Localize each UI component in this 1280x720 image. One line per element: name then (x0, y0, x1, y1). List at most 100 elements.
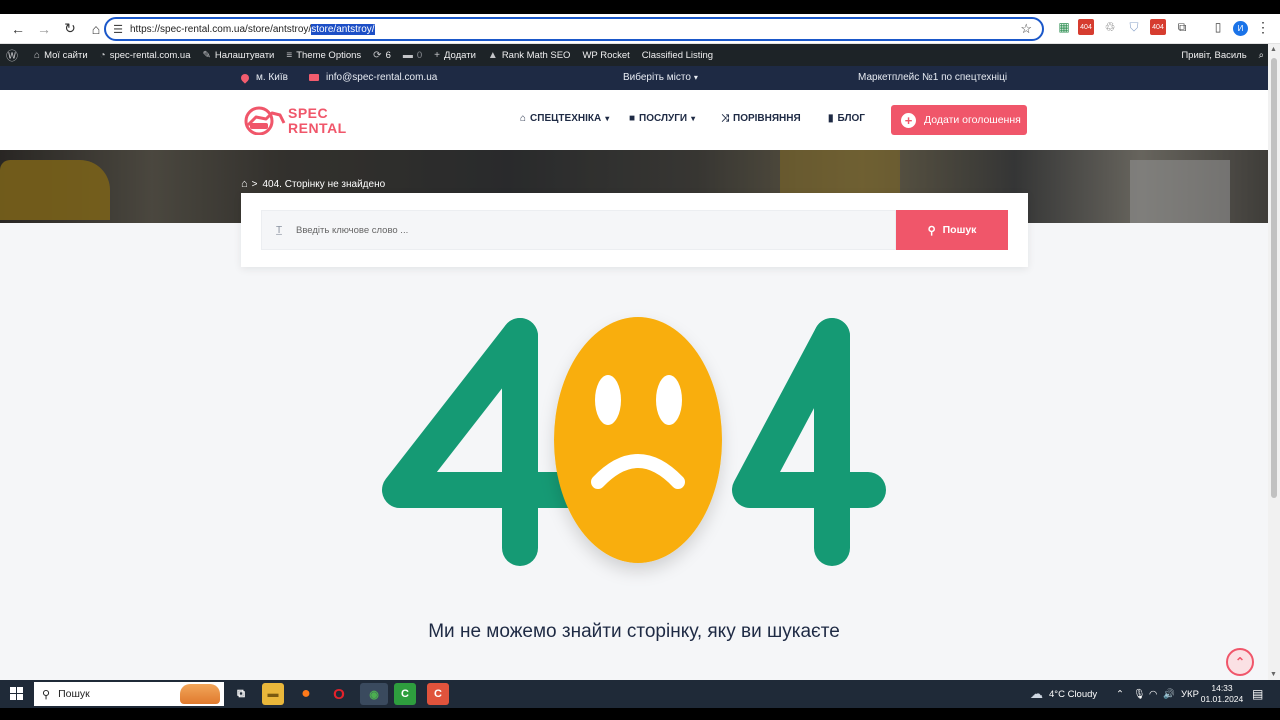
customize-link[interactable]: ✎ Налаштувати (197, 50, 281, 61)
forward-icon[interactable]: → (32, 17, 56, 41)
tagline: Маркетплейс №1 по спецтехніці (858, 72, 1007, 83)
extension-404-icon-2[interactable]: 404 (1150, 19, 1166, 35)
nav-services[interactable]: ■ ПОСЛУГИ ▾ (629, 113, 695, 124)
chrome-icon[interactable]: ◉ (360, 683, 388, 705)
camtasia-icon[interactable]: C (394, 683, 416, 705)
add-listing-button[interactable]: + Додати оголошення (891, 105, 1027, 135)
nav-equipment-label: СПЕЦТЕХНІКА (530, 113, 602, 124)
nav-services-label: ПОСЛУГИ (639, 113, 688, 124)
text-icon: T̲ (275, 224, 283, 236)
theme-options-link[interactable]: ≡ Theme Options (280, 50, 367, 61)
weather-label: 4°C Cloudy (1049, 688, 1098, 700)
city-info: м. Київ (239, 71, 288, 84)
scroll-up-icon[interactable]: ▲ (1270, 46, 1277, 53)
scroll-to-top-button[interactable]: ⌃ (1226, 648, 1254, 676)
comments-count: 0 (416, 49, 423, 61)
updates-icon: ⟳ (373, 49, 382, 61)
profile-avatar[interactable]: И (1233, 21, 1248, 36)
weather-widget[interactable]: ☁ 4°C Cloudy (1030, 680, 1097, 708)
search-icon: ⚲ (927, 224, 936, 237)
nav-blog-label: БЛОГ (837, 113, 865, 124)
nav-compare-label: ПОРІВНЯННЯ (733, 113, 801, 124)
truck-icon: ■ (629, 113, 636, 124)
error-message: Ми не можемо знайти сторінку, яку ви шук… (428, 621, 840, 642)
chevron-down-icon: ▾ (691, 114, 696, 123)
error-404-illustration (382, 317, 886, 566)
extension-404-icon[interactable]: 404 (1078, 19, 1094, 35)
site-label: spec-rental.com.ua (109, 49, 191, 61)
reload-icon[interactable]: ↻ (58, 17, 82, 41)
email-link[interactable]: info@spec-rental.com.ua (309, 72, 437, 83)
extension-icon[interactable]: ▦ (1056, 19, 1072, 35)
search-highlight-image (180, 684, 220, 704)
nav-blog[interactable]: ▮ БЛОГ (828, 113, 865, 124)
add-new-link[interactable]: + Додати (428, 50, 482, 61)
microphone-icon[interactable]: 🎙 (1133, 680, 1145, 708)
city-label: м. Київ (256, 72, 288, 83)
side-panel-icon[interactable]: ▯ (1210, 19, 1226, 35)
site-logo[interactable]: SPEC RENTAL (242, 103, 358, 137)
browser-menu-icon[interactable]: ⋮ (1256, 19, 1270, 36)
screen-top-strip (0, 0, 1280, 14)
taskbar-search-label: Пошук (58, 688, 90, 700)
rank-math-label: Rank Math SEO (501, 49, 571, 61)
plus-icon: + (434, 49, 440, 61)
recycle-icon[interactable]: ♲ (1102, 19, 1118, 35)
digit-four-left (382, 318, 588, 566)
search-icon: ⚲ (42, 688, 51, 701)
page-scrollbar[interactable]: ▲ ▼ (1268, 44, 1280, 680)
digit-four-right (732, 318, 886, 566)
task-view-icon[interactable]: ⧉ (230, 683, 252, 705)
site-info-icon[interactable]: ☰ (106, 23, 130, 36)
search-card: T̲ ⚲ Пошук (241, 193, 1028, 267)
recorder-icon[interactable]: C (427, 683, 449, 705)
excavator-logo-icon (244, 106, 286, 135)
nav-equipment[interactable]: ⌂ СПЕЦТЕХНІКА ▾ (520, 113, 609, 124)
puzzle-icon[interactable]: ⧉ (1174, 19, 1190, 35)
updates-link[interactable]: ⟳ 6 (367, 50, 397, 61)
windows-start-icon[interactable] (10, 687, 23, 700)
account-link[interactable]: Привіт, Василь (1175, 50, 1252, 61)
tray-chevron-icon[interactable]: ⌃ (1116, 680, 1124, 708)
back-icon[interactable]: ← (6, 17, 30, 41)
clock[interactable]: 14:33 01.01.2024 (1196, 683, 1248, 705)
opera-icon[interactable]: O (328, 683, 350, 705)
admin-search-icon[interactable]: ⌕ (1253, 50, 1268, 61)
wp-rocket-link[interactable]: WP Rocket (576, 50, 635, 61)
customize-label: Налаштувати (214, 49, 275, 61)
taskbar-search[interactable]: ⚲ Пошук (34, 682, 224, 706)
breadcrumb: ⌂ > 404. Сторінку не знайдено (241, 178, 385, 190)
scroll-thumb[interactable] (1271, 58, 1277, 498)
dashboard-icon: ◔ (99, 49, 106, 61)
add-listing-label: Додати оголошення (924, 114, 1021, 126)
file-explorer-icon[interactable]: ▬ (262, 683, 284, 705)
plus-circle-icon: + (901, 112, 916, 128)
search-button[interactable]: ⚲ Пошук (896, 210, 1008, 250)
scroll-down-icon[interactable]: ▼ (1270, 671, 1277, 678)
my-sites-link[interactable]: ⌂ Мої сайти (28, 50, 94, 61)
shield-icon[interactable]: ⛉ (1126, 19, 1142, 35)
bookmark-star-icon[interactable]: ☆ (1020, 21, 1032, 37)
network-icon[interactable]: ◠ (1149, 680, 1157, 708)
firefox-icon[interactable]: ● (295, 683, 317, 705)
address-bar[interactable]: ☰ https://spec-rental.com.ua/store/antst… (104, 17, 1044, 41)
choose-city-dropdown[interactable]: Виберіть місто ▾ (623, 72, 698, 83)
notifications-icon[interactable]: ▤ (1252, 680, 1263, 708)
volume-icon[interactable]: 🔊 (1163, 680, 1175, 708)
breadcrumb-current: 404. Сторінку не знайдено (262, 178, 386, 190)
search-field: T̲ (261, 210, 896, 250)
my-sites-label: Мої сайти (44, 49, 88, 61)
wp-logo-icon[interactable]: Ⓦ (0, 47, 28, 64)
site-link[interactable]: ◔ spec-rental.com.ua (94, 50, 197, 61)
search-input[interactable] (296, 224, 876, 236)
tagline-label: Маркетплейс №1 по спецтехніці (858, 72, 1008, 83)
windows-taskbar: ⚲ Пошук ⧉ ▬ ● O ◉ C C ☁ 4°C Cloudy ⌃ 🎙 ◠ … (0, 680, 1280, 708)
comments-link[interactable]: ▬ 0 (397, 50, 428, 61)
home-icon[interactable]: ⌂ (241, 178, 248, 190)
classified-listing-link[interactable]: Classified Listing (636, 50, 719, 61)
nav-compare[interactable]: ⤨ ПОРІВНЯННЯ (721, 113, 801, 124)
shuffle-icon: ⤨ (721, 113, 729, 124)
rank-math-link[interactable]: ▲ Rank Math SEO (482, 50, 577, 61)
menu-lines-icon: ≡ (286, 49, 293, 61)
wp-rocket-label: WP Rocket (582, 49, 630, 61)
